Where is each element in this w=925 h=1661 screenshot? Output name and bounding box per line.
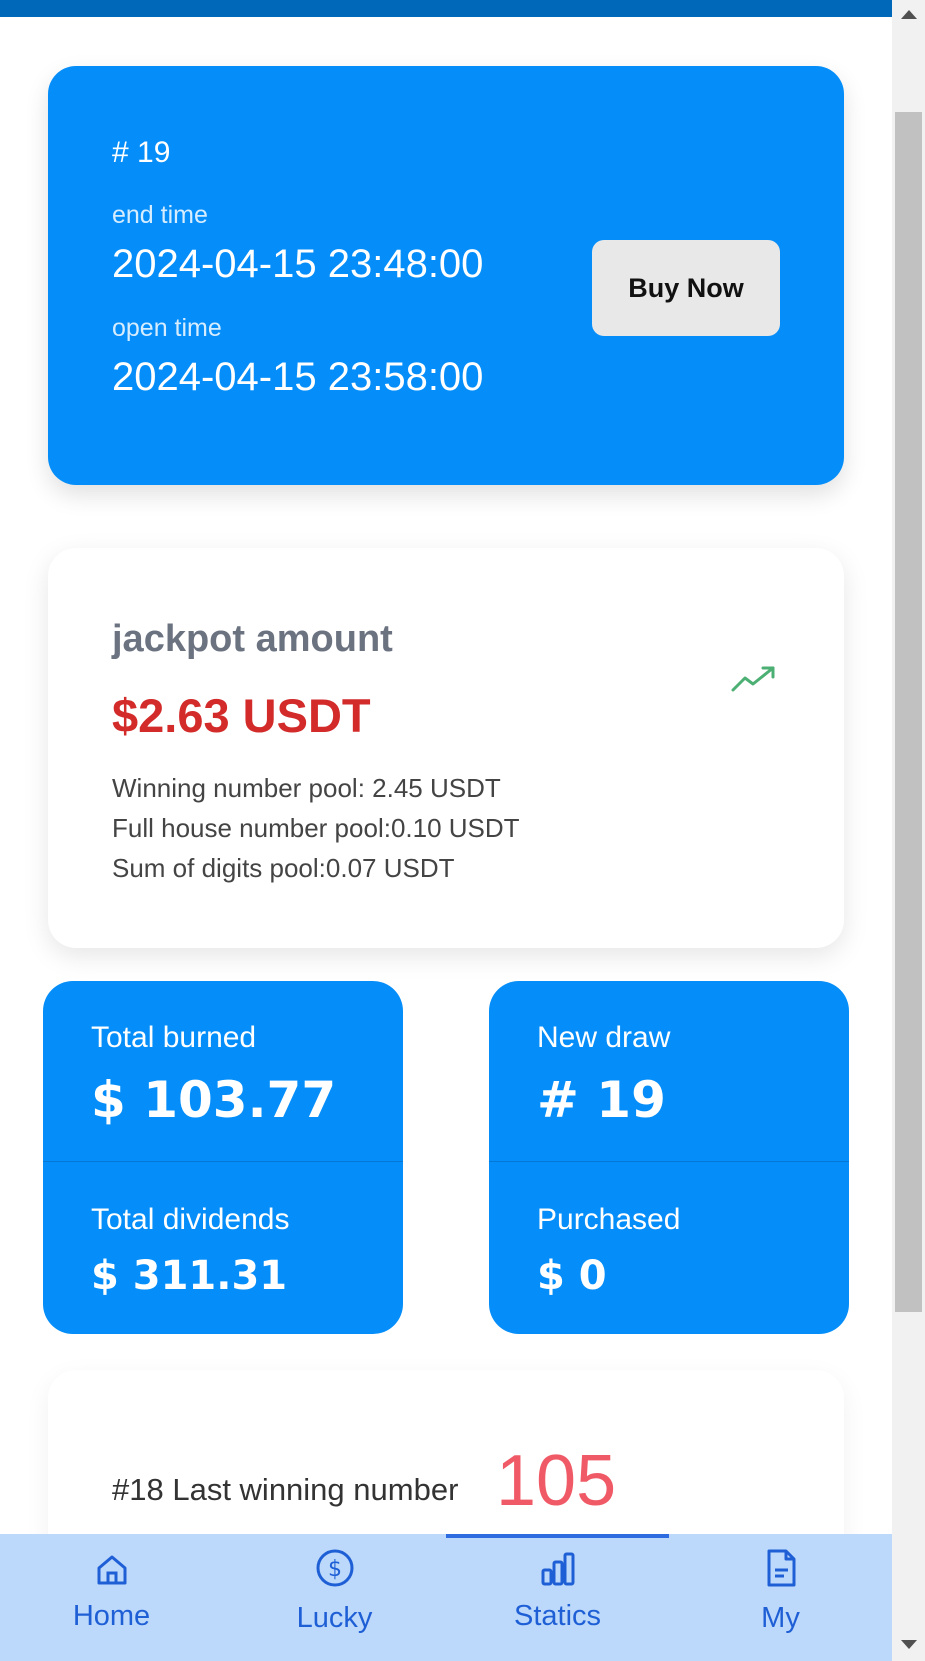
new-draw-label: New draw	[537, 1021, 671, 1054]
total-burned-value: $ 103.77	[91, 1071, 337, 1129]
pool-list: Winning number pool: 2.45 USDT Full hous…	[112, 768, 520, 888]
scroll-up-arrow-icon[interactable]	[901, 10, 917, 19]
last-winning-label: #18 Last winning number	[112, 1472, 459, 1507]
app-viewport: # 19 end time 2024-04-15 23:48:00 open t…	[0, 0, 892, 1661]
open-time-label: open time	[112, 314, 222, 342]
full-house-pool: Full house number pool:0.10 USDT	[112, 813, 520, 843]
nav-item-statics[interactable]: Statics	[446, 1534, 669, 1661]
nav-label-statics: Statics	[513, 1600, 602, 1632]
total-dividends-label: Total dividends	[91, 1203, 290, 1236]
draw-number: # 19	[112, 136, 171, 169]
total-burned-label: Total burned	[91, 1021, 257, 1054]
nav-label-home: Home	[72, 1600, 151, 1632]
dollar-circle-icon: $	[316, 1549, 353, 1587]
burn-dividend-card: Total burned $ 103.77 Total dividends $ …	[43, 981, 403, 1334]
bottom-nav: Home $ Lucky Statics My	[0, 1534, 892, 1661]
scroll-down-arrow-icon[interactable]	[901, 1640, 917, 1649]
scrollbar-thumb[interactable]	[895, 112, 922, 1312]
last-winning-number: 105	[496, 1441, 617, 1521]
bar-chart-icon	[541, 1552, 574, 1586]
jackpot-card: jackpot amount $2.63 USDT Winning number…	[48, 548, 844, 948]
total-dividends-value: $ 311.31	[91, 1253, 288, 1299]
purchased-label: Purchased	[537, 1203, 681, 1236]
header-strip	[0, 0, 892, 17]
buy-now-button[interactable]: Buy Now	[592, 240, 780, 336]
draw-card: # 19 end time 2024-04-15 23:48:00 open t…	[48, 66, 844, 485]
winning-number-pool: Winning number pool: 2.45 USDT	[112, 773, 501, 803]
open-time-value: 2024-04-15 23:58:00	[112, 355, 484, 399]
document-icon	[767, 1549, 795, 1587]
end-time-value: 2024-04-15 23:48:00	[112, 242, 484, 286]
home-icon	[97, 1555, 126, 1585]
jackpot-amount: $2.63 USDT	[112, 689, 371, 742]
divider	[43, 1161, 403, 1162]
sum-of-digits-pool: Sum of digits pool:0.07 USDT	[112, 853, 455, 883]
nav-label-my: My	[761, 1602, 800, 1634]
purchased-value: $ 0	[537, 1253, 607, 1299]
trending-up-icon	[731, 666, 775, 692]
nav-item-lucky[interactable]: $ Lucky	[223, 1534, 446, 1661]
divider	[489, 1161, 849, 1162]
draw-purchase-card: New draw # 19 Purchased $ 0	[489, 981, 849, 1334]
nav-item-home[interactable]: Home	[0, 1534, 223, 1661]
vertical-scrollbar[interactable]	[892, 0, 925, 1661]
jackpot-title: jackpot amount	[112, 618, 393, 660]
svg-text:$: $	[328, 1557, 342, 1582]
nav-item-my[interactable]: My	[669, 1534, 892, 1661]
end-time-label: end time	[112, 201, 208, 229]
new-draw-value: # 19	[537, 1071, 666, 1129]
nav-label-lucky: Lucky	[296, 1602, 373, 1634]
